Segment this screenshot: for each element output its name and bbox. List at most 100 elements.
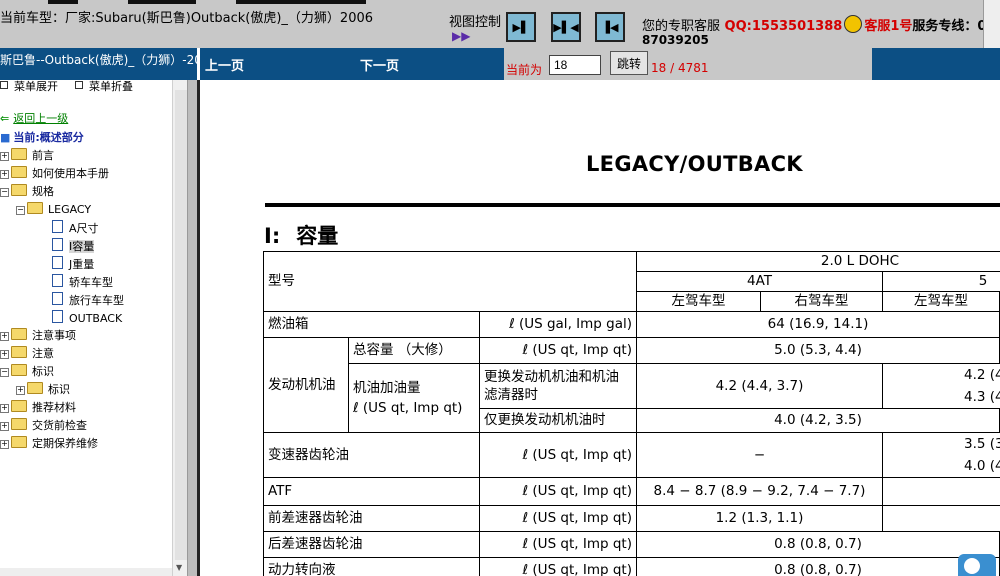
title-rule: [265, 203, 1000, 207]
service-info: 您的专职客服 QQ:1553501388客服1号服务专线：028-: [642, 15, 1000, 34]
tree-item[interactable]: A尺寸: [52, 220, 99, 238]
tree-item-label: 交货前检查: [32, 419, 87, 432]
tree-item[interactable]: + 交货前检查: [0, 418, 87, 436]
document-icon: [52, 220, 63, 233]
row-ps-unit: ℓ (US qt, Imp qt): [479, 557, 637, 576]
row-refill-label: 机油加油量 ℓ (US qt, Imp qt): [348, 363, 480, 433]
arrow-right-icon: ▶▌: [512, 20, 530, 34]
refill-filter-b: 4.2 (4: [964, 367, 1000, 383]
tree-item[interactable]: − LEGACY: [16, 202, 91, 220]
row-trans-value-2: 3.5 (3 4.0 (4.: [882, 432, 1000, 478]
expand-icon[interactable]: +: [0, 350, 9, 359]
folder-icon: [11, 436, 27, 448]
refill-label: 机油加油量: [353, 380, 421, 396]
top-bar: 当前车型：厂家:Subaru(斯巴鲁)Outback(傲虎)_（力狮）2006 …: [0, 0, 1000, 48]
capacity-table: 型号 2.0 L DOHC 4AT 5 左驾车型 右驾车型 左驾车型 燃油箱 ℓ…: [263, 251, 1000, 576]
expand-icon[interactable]: +: [0, 422, 9, 431]
tree-item[interactable]: − 规格: [0, 184, 54, 202]
row-ps-label: 动力转向液: [263, 557, 480, 576]
back-link[interactable]: ⇐ 返回上一级: [0, 111, 68, 129]
document-title: LEGACY/OUTBACK: [586, 152, 803, 176]
row-rear-diff-unit: ℓ (US qt, Imp qt): [479, 531, 637, 558]
page-number-input[interactable]: [549, 55, 601, 75]
collapse-icon[interactable]: −: [0, 188, 9, 197]
tree-item-selected[interactable]: I容量: [52, 238, 95, 256]
view-control-arrow-icon: ▶▶: [452, 29, 471, 43]
prev-page-link[interactable]: 上一页: [205, 55, 244, 74]
scroll-thumb[interactable]: [175, 90, 187, 560]
go-button[interactable]: 跳转: [610, 51, 648, 75]
sidebar-tree: 菜单展开 菜单折叠 ⇐ 返回上一级 ■ 当前:概述部分 + 前言 + 如何使用本手册 −…: [0, 80, 187, 576]
service-phone-cont: 87039205: [642, 33, 709, 47]
folder-open-icon: [11, 364, 27, 376]
header-type: 型号: [263, 251, 637, 312]
folder-icon: [11, 346, 27, 358]
header-lhd: 左驾车型: [636, 291, 761, 312]
tree-item-label: 定期保养维修: [32, 437, 98, 450]
next-view-button[interactable]: ▶▌: [506, 12, 536, 42]
frame-divider[interactable]: [187, 80, 200, 576]
header-engine: 2.0 L DOHC: [636, 251, 1000, 272]
expand-menu-button[interactable]: 菜单展开: [0, 80, 58, 94]
tree-item[interactable]: + 如何使用本手册: [0, 166, 109, 184]
tree-item[interactable]: 旅行车车型: [52, 292, 124, 310]
tree-item[interactable]: OUTBACK: [52, 310, 122, 328]
tree-item[interactable]: + 定期保养维修: [0, 436, 98, 454]
row-refill-oil-value: 4.0 (4.2, 3.5): [636, 408, 1000, 433]
tree-item[interactable]: − 标识: [0, 364, 54, 382]
expand-icon[interactable]: +: [0, 152, 9, 161]
document-icon: [52, 238, 63, 251]
tree-item[interactable]: J重量: [52, 256, 94, 274]
tree-item[interactable]: + 注意: [0, 346, 54, 364]
tree-item-label: I容量: [69, 240, 95, 253]
tree-item[interactable]: + 前言: [0, 148, 54, 166]
tree-item[interactable]: + 注意事项: [0, 328, 76, 346]
collapse-icon[interactable]: −: [0, 368, 9, 377]
expand-icon[interactable]: +: [16, 386, 25, 395]
back-arrow-icon: ⇐: [0, 112, 10, 125]
collapse-icon[interactable]: −: [16, 206, 25, 215]
tree-item[interactable]: + 标识: [16, 382, 70, 400]
split-view-button[interactable]: ▶▌◀: [551, 12, 581, 42]
row-refill-filter-value-2: 4.2 (4 4.3 (4.: [882, 363, 1000, 409]
chat-widget-button[interactable]: [958, 554, 996, 576]
split-icon: ▶▌◀: [553, 20, 579, 34]
sidebar-horizontal-scrollbar[interactable]: [0, 568, 172, 576]
expand-icon[interactable]: +: [0, 404, 9, 413]
row-front-diff-value: 1.2 (1.3, 1.1): [636, 505, 883, 532]
tree-item-label: 注意事项: [32, 329, 76, 342]
row-fuel-label: 燃油箱: [263, 311, 480, 338]
row-ps-value: 0.8 (0.8, 0.7): [636, 557, 1000, 576]
row-atf-unit: ℓ (US qt, Imp qt): [479, 477, 637, 506]
row-rear-diff-value: 0.8 (0.8, 0.7): [636, 531, 1000, 558]
scroll-down-icon[interactable]: ▼: [176, 563, 182, 572]
row-trans-value: −: [636, 432, 883, 478]
expand-icon[interactable]: +: [0, 440, 9, 449]
arrow-left-icon: ▐◀: [601, 20, 619, 34]
top-scrollbar[interactable]: [983, 0, 1000, 48]
folder-icon: [27, 382, 43, 394]
folder-icon: [11, 166, 27, 178]
next-page-link[interactable]: 下一页: [360, 55, 399, 74]
tree-item-label: 前言: [32, 149, 54, 162]
service-qq-link[interactable]: QQ:1553501388: [725, 19, 843, 34]
service-agent-link[interactable]: 客服1号: [864, 19, 912, 34]
previous-view-button[interactable]: ▐◀: [595, 12, 625, 42]
back-label: 返回上一级: [13, 112, 69, 125]
page-jump-form: 当前为 跳转 18 / 4781: [504, 48, 872, 80]
tree-item[interactable]: + 推荐材料: [0, 400, 76, 418]
document-icon: [52, 274, 63, 287]
row-refill-filter-label: 更换发动机机油和机油滤清器时: [479, 363, 637, 409]
expand-icon[interactable]: +: [0, 170, 9, 179]
expand-icon[interactable]: +: [0, 332, 9, 341]
folder-icon: [11, 328, 27, 340]
tree-item[interactable]: 轿车车型: [52, 274, 113, 292]
document-icon: [52, 292, 63, 305]
tree-item-label: LEGACY: [48, 203, 92, 216]
tree-item-label: 如何使用本手册: [32, 167, 109, 180]
row-total-value: 5.0 (5.3, 4.4): [636, 337, 1000, 364]
collapse-menu-label: 菜单折叠: [89, 80, 133, 93]
qq-penguin-icon[interactable]: [844, 15, 863, 33]
tree-item-label: J重量: [69, 258, 95, 271]
collapse-menu-button[interactable]: 菜单折叠: [75, 80, 133, 94]
